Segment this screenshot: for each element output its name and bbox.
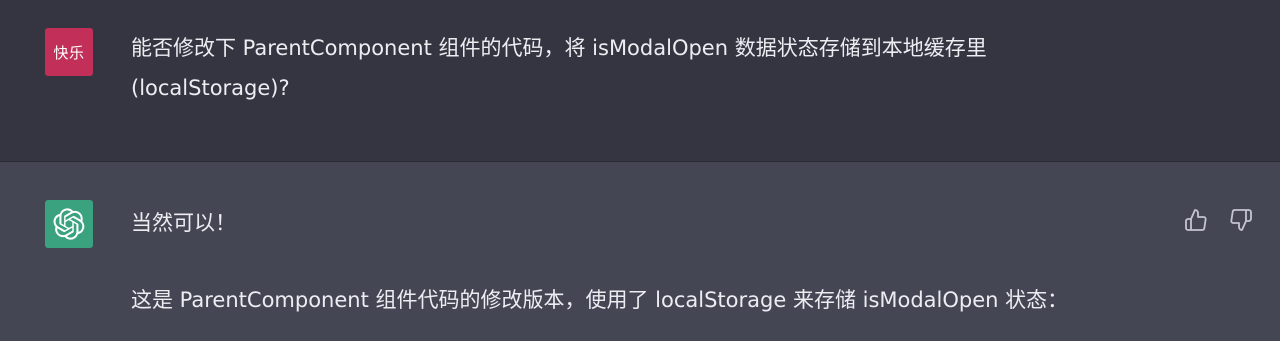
assistant-message-line-2: 这是 ParentComponent 组件代码的修改版本，使用了 localSt… [131, 288, 1069, 312]
assistant-message-line-1: 当然可以！ [131, 211, 236, 235]
thumbs-up-button[interactable] [1181, 205, 1211, 235]
user-message-row: 快乐 能否修改下 ParentComponent 组件的代码，将 isModal… [0, 0, 1280, 162]
user-message-text: 能否修改下 ParentComponent 组件的代码，将 isModalOpe… [131, 36, 987, 100]
openai-logo-icon [53, 208, 85, 240]
user-avatar-text: 快乐 [53, 43, 85, 62]
thumbs-down-button[interactable] [1226, 205, 1256, 235]
thumbs-down-icon [1230, 209, 1252, 231]
user-avatar: 快乐 [45, 28, 93, 76]
assistant-avatar [45, 200, 93, 248]
thumbs-up-icon [1185, 209, 1207, 231]
